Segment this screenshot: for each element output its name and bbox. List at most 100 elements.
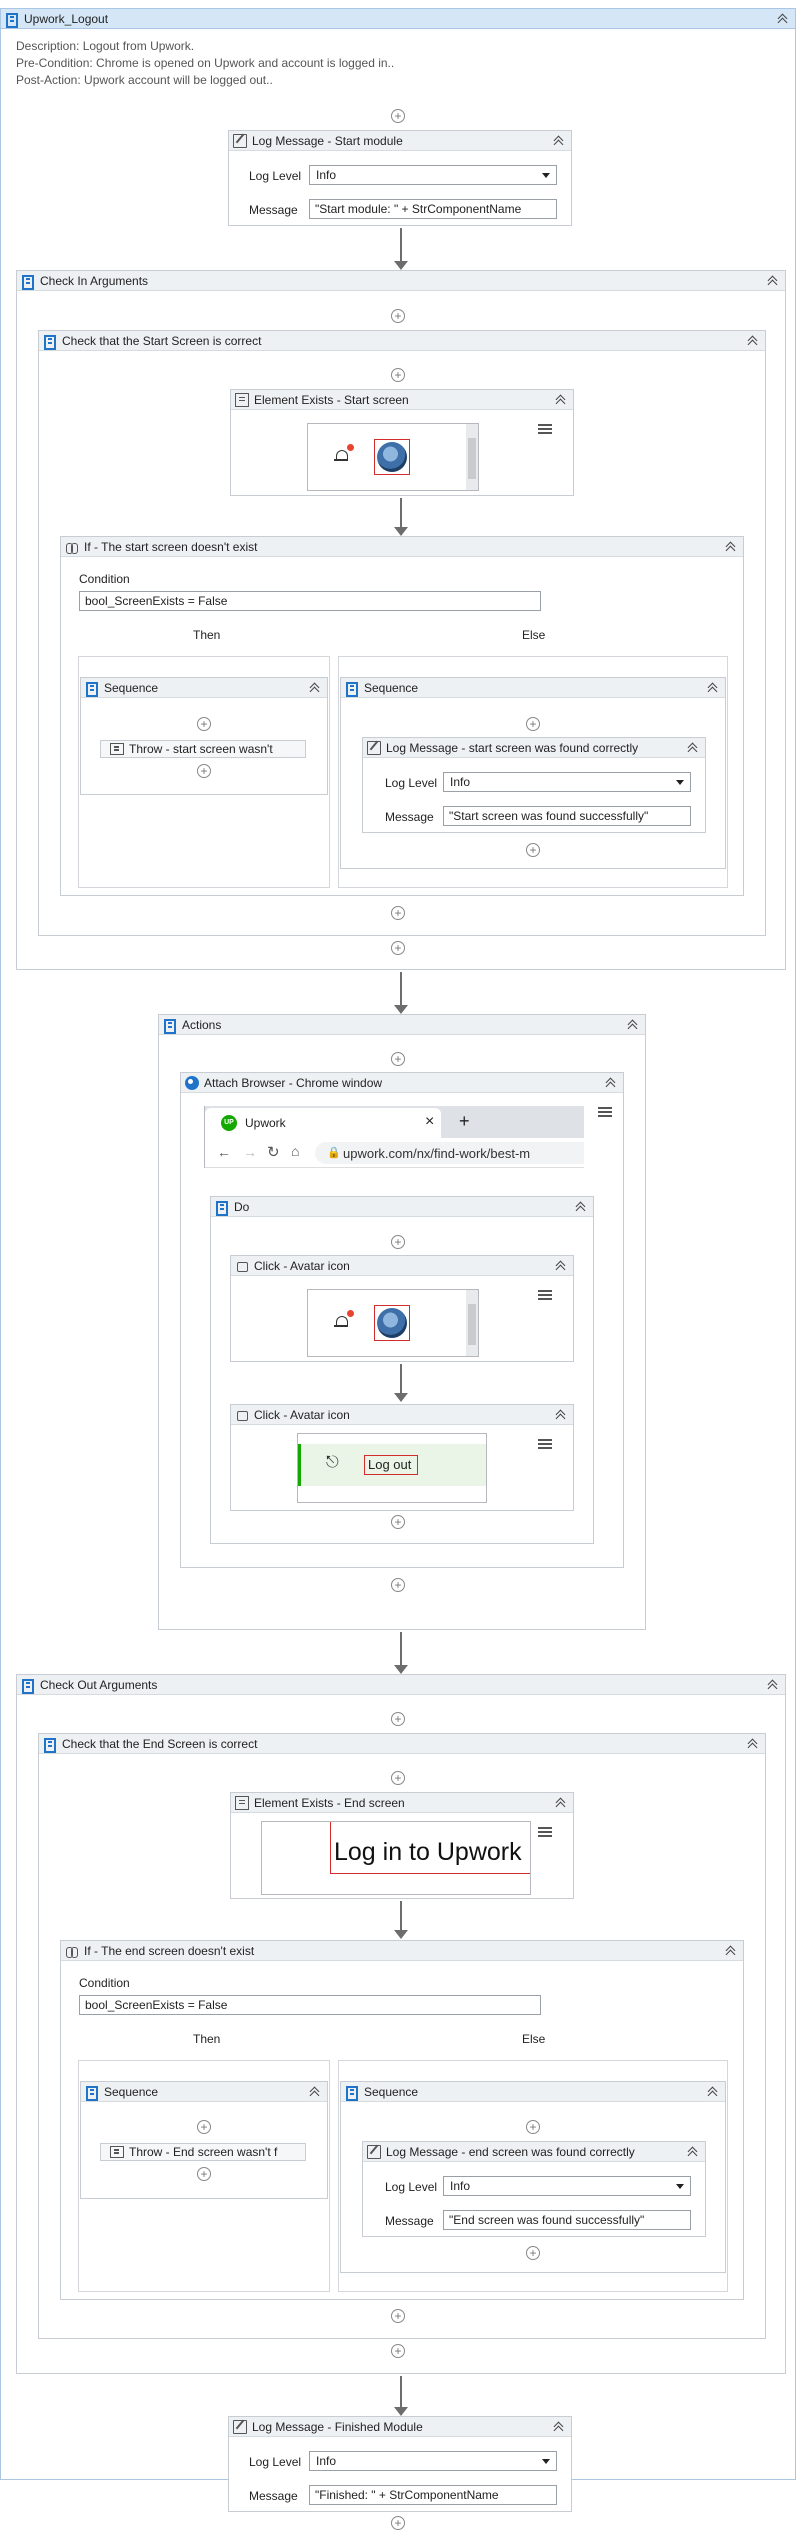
add-activity-button[interactable]: + — [391, 1578, 405, 1592]
add-activity-button[interactable]: + — [391, 309, 405, 323]
collapse-icon[interactable] — [309, 681, 321, 693]
collapse-icon[interactable] — [747, 334, 759, 346]
activity-header[interactable]: Check Out Arguments — [17, 1675, 785, 1695]
activity-header[interactable]: Element Exists - Start screen — [231, 390, 573, 410]
click-avatar-2[interactable]: Click - Avatar icon ⎋ Log out — [230, 1404, 574, 1511]
active-tab[interactable] — [205, 1108, 441, 1138]
url-text[interactable]: upwork.com/nx/find-work/best-m — [343, 1146, 530, 1161]
activity-header[interactable]: Attach Browser - Chrome window — [181, 1073, 623, 1093]
throw-activity[interactable]: Throw - start screen wasn't — [100, 740, 306, 758]
log-message-start-found[interactable]: Log Message - start screen was found cor… — [362, 737, 706, 833]
condition-input[interactable]: bool_ScreenExists = False — [79, 591, 541, 611]
add-activity-button[interactable]: + — [197, 2167, 211, 2181]
menu-icon[interactable] — [537, 1437, 553, 1451]
log-level-select[interactable]: Info — [309, 165, 557, 185]
selector-preview[interactable]: ⎋ Log out — [297, 1433, 487, 1503]
collapse-icon[interactable] — [553, 134, 565, 146]
selector-preview[interactable]: Log in to Upwork — [261, 1821, 531, 1895]
activity-header[interactable]: Sequence — [81, 2082, 327, 2102]
log-message-finished[interactable]: Log Message - Finished Module Log Level … — [228, 2416, 572, 2512]
message-input[interactable]: "Finished: " + StrComponentName — [309, 2485, 557, 2505]
add-activity-button[interactable]: + — [526, 843, 540, 857]
add-activity-button[interactable]: + — [526, 2246, 540, 2260]
collapse-icon[interactable] — [767, 1678, 779, 1690]
collapse-icon[interactable] — [555, 1259, 567, 1271]
then-sequence[interactable]: Sequence — [80, 2081, 328, 2199]
add-activity-button[interactable]: + — [526, 2120, 540, 2134]
activity-header[interactable]: Click - Avatar icon — [231, 1256, 573, 1276]
collapse-icon[interactable] — [707, 681, 719, 693]
log-level-select[interactable]: Info — [443, 772, 691, 792]
collapse-icon[interactable] — [725, 1944, 737, 1956]
forward-icon[interactable]: → — [243, 1144, 257, 1160]
collapse-icon[interactable] — [747, 1737, 759, 1749]
activity-header[interactable]: Log Message - Finished Module — [229, 2417, 571, 2437]
message-input[interactable]: "Start module: " + StrComponentName — [309, 199, 557, 219]
collapse-icon[interactable] — [605, 1076, 617, 1088]
activity-header[interactable]: Do — [211, 1197, 593, 1217]
log-message-end-found[interactable]: Log Message - end screen was found corre… — [362, 2141, 706, 2237]
add-activity-button[interactable]: + — [391, 1712, 405, 1726]
collapse-icon[interactable] — [309, 2085, 321, 2097]
menu-icon[interactable] — [537, 422, 553, 436]
menu-icon[interactable] — [597, 1105, 613, 1119]
add-activity-button[interactable]: + — [197, 764, 211, 778]
selector-preview[interactable] — [307, 1289, 479, 1357]
add-activity-button[interactable]: + — [391, 941, 405, 955]
activity-header[interactable]: Check that the End Screen is correct — [39, 1734, 765, 1754]
collapse-icon[interactable] — [555, 1796, 567, 1808]
throw-activity[interactable]: Throw - End screen wasn't f — [100, 2143, 306, 2161]
menu-icon[interactable] — [537, 1288, 553, 1302]
collapse-icon[interactable] — [687, 741, 699, 753]
collapse-icon[interactable] — [725, 540, 737, 552]
activity-header[interactable]: Log Message - Start module — [229, 131, 571, 151]
collapse-icon[interactable] — [575, 1200, 587, 1212]
collapse-icon[interactable] — [627, 1018, 639, 1030]
collapse-icon[interactable] — [555, 393, 567, 405]
collapse-icon[interactable] — [707, 2085, 719, 2097]
workflow-header[interactable]: Upwork_Logout — [1, 9, 795, 29]
condition-input[interactable]: bool_ScreenExists = False — [79, 1995, 541, 2015]
activity-header[interactable]: Click - Avatar icon — [231, 1405, 573, 1425]
activity-header[interactable]: Sequence — [341, 678, 725, 698]
home-icon[interactable]: ⌂ — [291, 1143, 299, 1159]
log-message-start[interactable]: Log Message - Start module Log Level Inf… — [228, 130, 572, 226]
element-exists-start[interactable]: Element Exists - Start screen — [230, 389, 574, 496]
new-tab-icon[interactable]: + — [459, 1111, 470, 1132]
log-level-select[interactable]: Info — [309, 2451, 557, 2471]
add-activity-button[interactable]: + — [391, 1235, 405, 1249]
add-activity-button[interactable]: + — [391, 2516, 405, 2530]
activity-header[interactable]: Log Message - start screen was found cor… — [363, 738, 705, 758]
add-activity-button[interactable]: + — [391, 1515, 405, 1529]
add-activity-button[interactable]: + — [197, 2120, 211, 2134]
activity-header[interactable]: Element Exists - End screen — [231, 1793, 573, 1813]
add-activity-button[interactable]: + — [391, 906, 405, 920]
back-icon[interactable]: ← — [217, 1144, 231, 1160]
add-activity-button[interactable]: + — [391, 109, 405, 123]
collapse-icon[interactable] — [687, 2145, 699, 2157]
activity-header[interactable]: If - The end screen doesn't exist — [61, 1941, 743, 1961]
activity-header[interactable]: Sequence — [341, 2082, 725, 2102]
collapse-icon[interactable] — [777, 12, 789, 24]
browser-preview[interactable]: UP Upwork × + ← → ↻ ⌂ 🔒 upwork.com/nx/fi… — [204, 1106, 584, 1168]
tab-close-icon[interactable]: × — [425, 1113, 434, 1131]
collapse-icon[interactable] — [767, 274, 779, 286]
click-avatar-1[interactable]: Click - Avatar icon — [230, 1255, 574, 1362]
add-activity-button[interactable]: + — [391, 2344, 405, 2358]
add-activity-button[interactable]: + — [391, 1771, 405, 1785]
add-activity-button[interactable]: + — [391, 1052, 405, 1066]
message-input[interactable]: "Start screen was found successfully" — [443, 806, 691, 826]
activity-header[interactable]: Actions — [159, 1015, 645, 1035]
add-activity-button[interactable]: + — [197, 717, 211, 731]
activity-header[interactable]: Sequence — [81, 678, 327, 698]
add-activity-button[interactable]: + — [526, 717, 540, 731]
collapse-icon[interactable] — [553, 2420, 565, 2432]
add-activity-button[interactable]: + — [391, 2309, 405, 2323]
log-level-select[interactable]: Info — [443, 2176, 691, 2196]
activity-header[interactable]: Log Message - end screen was found corre… — [363, 2142, 705, 2162]
add-activity-button[interactable]: + — [391, 368, 405, 382]
menu-icon[interactable] — [537, 1825, 553, 1839]
collapse-icon[interactable] — [555, 1408, 567, 1420]
activity-header[interactable]: Check In Arguments — [17, 271, 785, 291]
message-input[interactable]: "End screen was found successfully" — [443, 2210, 691, 2230]
